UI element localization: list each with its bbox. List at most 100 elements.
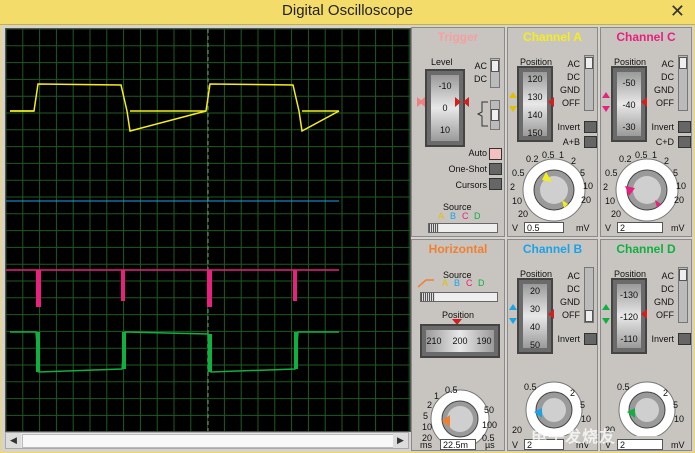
horizontal-panel: Horizontal Source A B C D Position 210 2…: [411, 239, 505, 451]
watermark: 电子发烧友: [531, 429, 617, 446]
channel-d-edge-2: [122, 332, 126, 369]
channel-c-scale-label: 10: [605, 196, 616, 206]
channel-c-scale-label: 5: [673, 168, 679, 178]
channel-c-option: DC: [661, 72, 674, 82]
channel-a-scale-label: 2: [571, 156, 577, 166]
channel-d-tick: -110: [620, 334, 638, 344]
trigger-source-d: D: [474, 211, 481, 221]
channel-b-tick: 50: [529, 340, 540, 350]
horizontal-source-d: D: [478, 278, 485, 288]
channel-b-position-marker-icon: [509, 304, 554, 324]
trigger-edge-switch[interactable]: [490, 100, 500, 130]
scope-display: [5, 28, 411, 432]
horizontal-scale-label: 2: [427, 400, 433, 410]
channel-c-pulse-2: [121, 270, 125, 301]
channel-d-option: GND: [654, 297, 674, 307]
trigger-dc-label: DC: [474, 74, 487, 84]
horizontal-source-slider[interactable]: [420, 292, 498, 302]
horizontal-value-field[interactable]: 22.5m: [440, 439, 476, 450]
channel-a-scale-label: 10: [583, 181, 594, 191]
channel-a-scale-label: 20: [518, 209, 529, 219]
channel-b-invert-label: Invert: [557, 334, 580, 344]
channel-c-unit-left: V: [605, 223, 612, 233]
trigger-auto-button[interactable]: [489, 148, 502, 160]
channel-d-invert-label: Invert: [651, 334, 674, 344]
channel-a-invert-label: Invert: [557, 122, 580, 132]
time-scrollbar[interactable]: ◀ ▶: [5, 432, 409, 449]
horizontal-source-c: C: [466, 278, 473, 288]
channel-a-option: OFF: [562, 98, 580, 108]
channel-d-invert-button[interactable]: [678, 333, 691, 345]
horizontal-position-control[interactable]: 210 200 190: [420, 324, 500, 358]
channel-a-coupling-switch[interactable]: [584, 55, 594, 111]
channel-c-option: GND: [654, 85, 674, 95]
channel-b-invert-button[interactable]: [584, 333, 597, 345]
channel-d-coupling-switch[interactable]: [678, 267, 688, 323]
channel-c-scale-label: 1: [652, 150, 658, 160]
trigger-panel: Trigger Level -10 0 10 AC DC Auto One-Sh…: [411, 27, 505, 237]
trigger-ac-label: AC: [474, 61, 487, 71]
channel-c-coupling-switch[interactable]: [678, 55, 688, 111]
channel-c-unit-right: mV: [671, 223, 685, 233]
channel-b-unit-left: V: [512, 440, 519, 450]
channel-c-scale-label: 2: [664, 156, 670, 166]
channel-c-panel: Channel C Position -50 -40 -30 AC DC GND…: [600, 27, 692, 237]
trigger-oneshot-button[interactable]: [489, 163, 502, 175]
channel-c-combine-label: C+D: [655, 137, 674, 147]
horizontal-unit-right: µs: [485, 440, 495, 450]
trigger-coupling-switch[interactable]: [490, 58, 500, 88]
scroll-thumb[interactable]: [22, 434, 396, 448]
channel-a-scale-label: 0.5: [542, 150, 555, 160]
close-button[interactable]: ✕: [670, 1, 685, 21]
channel-b-scale-label: 5: [580, 400, 586, 410]
channel-c-pulse-1: [36, 270, 41, 307]
channel-d-unit-right: mV: [671, 440, 685, 450]
scroll-right-icon[interactable]: ▶: [393, 433, 408, 448]
channel-b-scale-label: 20: [512, 425, 523, 435]
channel-d-edge-3: [208, 334, 212, 372]
channel-c-value-field[interactable]: 2: [617, 222, 663, 233]
window-title: Digital Oscilloscope: [282, 2, 413, 19]
trigger-auto-label: Auto: [468, 148, 487, 158]
channel-d-tick: -130: [619, 290, 638, 300]
channel-a-option: AC: [567, 59, 580, 69]
channel-c-combine-button[interactable]: [678, 136, 691, 148]
channel-a-combine-button[interactable]: [584, 136, 597, 148]
channel-c-option: OFF: [656, 98, 674, 108]
channel-c-position-marker-icon: [602, 92, 647, 112]
channel-a-position-marker-icon: [509, 92, 554, 112]
horizontal-scale-label: 10: [422, 422, 433, 432]
channel-a-unit-right: mV: [576, 223, 590, 233]
channel-c-scale-label: 0.2: [619, 154, 632, 164]
trigger-level-tick: -10: [438, 81, 452, 91]
channel-d-scale-label: 10: [674, 414, 685, 424]
trigger-level-marker-icon: [417, 97, 469, 107]
channel-d-option: DC: [661, 284, 674, 294]
channel-d-position-marker-icon: [602, 304, 647, 324]
channel-d-title: Channel D: [616, 242, 676, 256]
channel-b-option: OFF: [562, 310, 580, 320]
channel-a-option: DC: [567, 72, 580, 82]
channel-c-pulse-4: [293, 270, 297, 301]
channel-a-invert-button[interactable]: [584, 121, 597, 133]
horizontal-scale-label: 100: [482, 420, 498, 430]
channel-b-coupling-switch[interactable]: [584, 267, 594, 323]
channel-d-value-field[interactable]: 2: [617, 439, 663, 450]
channel-a-value-field[interactable]: 0.5: [524, 222, 564, 233]
trigger-cursors-button[interactable]: [489, 178, 502, 190]
channel-d-option: OFF: [656, 310, 674, 320]
horizontal-position-tick: 200: [452, 336, 468, 346]
trigger-source-slider[interactable]: [428, 223, 498, 233]
channel-c-tick: -30: [622, 122, 636, 132]
channel-a-panel: Channel A Position 120 130 140 150 AC DC…: [507, 27, 598, 237]
channel-b-panel: Channel B Position 20 30 40 50 AC DC GND…: [507, 239, 598, 451]
channel-c-invert-button[interactable]: [678, 121, 691, 133]
channel-a-scale-label: 1: [559, 150, 565, 160]
channel-a-tick: 120: [527, 74, 543, 84]
trigger-source-a: A: [438, 211, 445, 221]
scope-display-svg: [6, 29, 410, 431]
channel-d-edge-1: [36, 332, 40, 372]
trigger-level-tick: 10: [439, 125, 450, 135]
scroll-left-icon[interactable]: ◀: [6, 433, 21, 448]
channel-a-scale-label: 20: [581, 195, 592, 205]
